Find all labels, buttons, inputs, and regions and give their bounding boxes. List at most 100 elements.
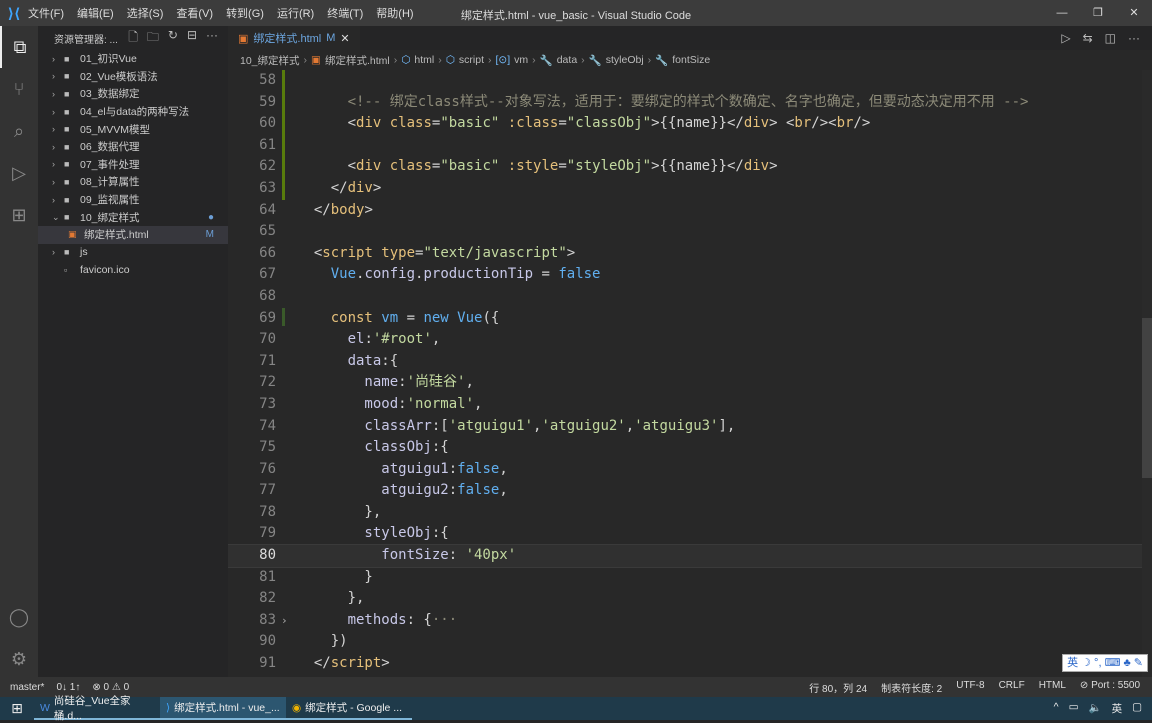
more-icon[interactable]: ··· [206, 28, 218, 49]
notification-icon[interactable]: ▢ [1132, 701, 1142, 716]
breadcrumb-separator-icon: › [647, 54, 652, 66]
extensions-icon[interactable]: ⊞ [0, 194, 38, 236]
gear-icon[interactable]: ⚙ [0, 638, 38, 680]
code-line: 62 <div class="basic" :style="styleObj">… [228, 156, 1152, 178]
tree-item[interactable]: › ■ 09_监视属性 [38, 191, 228, 209]
chrome-icon: ◉ [292, 701, 302, 714]
run-debug-icon[interactable]: ▷ [0, 152, 38, 194]
breadcrumb-item[interactable]: 绑定样式.html [325, 53, 390, 68]
code-token: class [381, 158, 432, 175]
code-token: el [297, 331, 365, 348]
tree-item[interactable]: › ■ 06_数据代理 [38, 138, 228, 156]
new-file-icon[interactable]: 🗋 [128, 28, 138, 49]
refresh-icon[interactable]: ↻ [168, 28, 178, 49]
more-actions-icon[interactable]: ··· [1128, 31, 1140, 45]
code-token: false [558, 266, 601, 283]
code-token: script [322, 244, 373, 261]
breadcrumb-item[interactable]: script [459, 54, 484, 66]
restore-icon[interactable]: ❐ [1080, 0, 1116, 26]
volume-icon[interactable]: 🔈 [1089, 701, 1102, 716]
branch-status[interactable]: master* [10, 682, 44, 693]
new-folder-icon[interactable]: 🗀 [147, 28, 159, 49]
code-text: fontSize: '40px' [297, 545, 516, 567]
collapse-icon[interactable]: ⊟ [187, 28, 197, 49]
line-number: 67 [259, 266, 276, 283]
live-server-port[interactable]: ⊘ Port : 5500 [1080, 680, 1140, 695]
menu-item[interactable]: 选择(S) [127, 8, 164, 20]
code-token: methods [297, 611, 407, 628]
windows-start-icon[interactable]: ⊞ [0, 700, 34, 717]
code-token: :style [499, 158, 559, 175]
tree-item[interactable]: › ■ 01_初识Vue [38, 50, 228, 68]
line-number: 79 [259, 525, 276, 542]
ime-toolbar[interactable]: 英 ☽ °, ⌨ ♣ ✎ [1062, 654, 1148, 672]
menu-item[interactable]: 文件(F) [28, 8, 64, 20]
tab-bind-style-html[interactable]: ▣ 绑定样式.html M ✕ [228, 26, 360, 50]
compare-icon[interactable]: ⇆ [1083, 31, 1093, 45]
search-icon[interactable]: ⌕ [0, 110, 38, 152]
code-area[interactable]: 58 59 <!-- 绑定class样式--对象写法，适用于：要绑定的样式个数确定… [228, 70, 1152, 677]
taskbar-item-chrome[interactable]: ◉ 绑定样式 - Google ... [286, 697, 412, 720]
breadcrumb-item[interactable]: vm [514, 54, 528, 66]
input-language[interactable]: 英 [1112, 701, 1123, 716]
split-editor-icon[interactable]: ◫ [1105, 31, 1116, 45]
menu-item[interactable]: 查看(V) [176, 8, 213, 20]
eol[interactable]: CRLF [999, 680, 1025, 695]
tray-expand[interactable]: ^ [1054, 701, 1059, 716]
breadcrumb-item[interactable]: styleObj [606, 54, 644, 66]
breadcrumb-item[interactable]: 10_绑定样式 [240, 53, 300, 68]
fold-chevron-icon[interactable]: › [281, 610, 288, 632]
tree-item[interactable]: › ■ js [38, 244, 228, 262]
scrollbar-thumb[interactable] [1142, 318, 1152, 478]
breadcrumb-symbol-icon: ⬡ [445, 54, 455, 66]
code-token: 'atguigu2' [541, 417, 626, 434]
tree-item[interactable]: › ■ 08_计算属性 [38, 173, 228, 191]
cursor-position[interactable]: 行 80，列 24 [809, 680, 867, 695]
chevron-right-icon: › [52, 141, 55, 152]
encoding[interactable]: UTF-8 [956, 680, 984, 695]
sync-status[interactable]: 0↓ 1↑ [56, 682, 80, 693]
menu-item[interactable]: 运行(R) [277, 8, 314, 20]
menu-item[interactable]: 转到(G) [226, 8, 264, 20]
tree-item[interactable]: › ■ 05_MVVM模型 [38, 120, 228, 138]
tree-item[interactable]: › ■ 07_事件处理 [38, 156, 228, 174]
tab-size[interactable]: 制表符长度: 2 [881, 680, 942, 695]
tree-item[interactable]: ⌄ ■ 10_绑定样式 ● [38, 208, 228, 226]
breadcrumb-item[interactable]: fontSize [672, 54, 710, 66]
taskbar-item-word[interactable]: W 尚硅谷_Vue全家桶.d... [34, 695, 160, 722]
code-text: <!-- 绑定class样式--对象写法，适用于：要绑定的样式个数确定、名字也确… [297, 92, 1029, 114]
tree-item[interactable]: ▣ 绑定样式.html M [38, 225, 228, 244]
chevron-right-icon: › [52, 71, 55, 82]
network-icon[interactable]: ▭ [1069, 701, 1079, 716]
language-mode[interactable]: HTML [1039, 680, 1066, 695]
breadcrumb-item[interactable]: html [414, 54, 434, 66]
code-text: <div class="basic" :class="classObj">{{n… [297, 113, 871, 135]
code-token: '40px' [465, 547, 517, 564]
run-icon[interactable]: ▷ [1061, 31, 1070, 45]
line-number: 68 [259, 287, 276, 304]
breadcrumb-item[interactable]: data [557, 54, 577, 66]
scrollbar[interactable] [1142, 70, 1152, 677]
code-token: : [398, 374, 407, 391]
menu-item[interactable]: 帮助(H) [376, 8, 413, 20]
source-control-icon[interactable]: ⑂ [0, 68, 38, 110]
tree-item[interactable]: ▫ favicon.ico [38, 261, 228, 279]
tree-item[interactable]: › ■ 02_Vue模板语法 [38, 68, 228, 86]
problems-status[interactable]: ⊗ 0 ⚠ 0 [92, 682, 129, 693]
vscode-logo-icon: ⟩⟨ [7, 4, 21, 21]
minimize-icon[interactable]: — [1044, 0, 1080, 26]
explorer-sidebar: 资源管理器: ... 🗋 🗀 ↻ ⊟ ··· › ■ 01_初识Vue › ■ 02_Vue模板语… [38, 26, 228, 677]
account-icon[interactable]: ◯ [0, 596, 38, 638]
menu-item[interactable]: 终端(T) [327, 8, 363, 20]
menu-item[interactable]: 编辑(E) [77, 8, 114, 20]
close-icon[interactable]: ✕ [1116, 0, 1152, 26]
explorer-icon[interactable]: ⧉ [0, 26, 38, 68]
code-token: : [398, 395, 407, 412]
title-bar: ⟩⟨ 文件(F) 编辑(E) 选择(S) 查看(V) 转到(G) 运行(R) 终端(T) 帮助… [0, 0, 1152, 26]
code-text: mood:'normal', [297, 394, 482, 416]
taskbar-item-vscode[interactable]: ⟩ 绑定样式.html - vue_... [160, 697, 286, 720]
tree-item[interactable]: › ■ 04_el与data的两种写法 [38, 103, 228, 121]
tree-item[interactable]: › ■ 03_数据绑定 [38, 85, 228, 103]
code-line: 61 [228, 135, 1152, 157]
close-tab-icon[interactable]: ✕ [340, 32, 349, 45]
